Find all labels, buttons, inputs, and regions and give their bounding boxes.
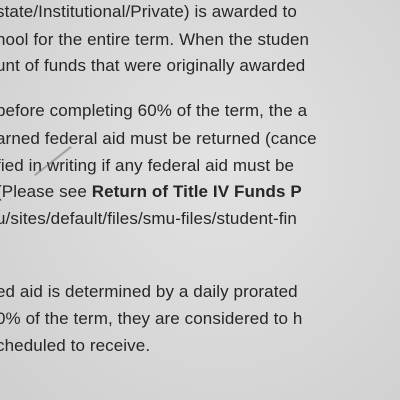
return-of-title-iv-link-text: Return of Title IV Funds P [91, 182, 302, 201]
text-line-9: ed aid is determined by a daily prorated [0, 282, 298, 301]
text-line-5: arned federal aid must be returned (canc… [0, 129, 317, 148]
text-line-7: (Please see Return of Title IV Funds P [0, 182, 302, 202]
document-page: state/Institutional/Private) is awarded … [0, 0, 400, 400]
text-line-10: 0% of the term, they are considered to h [0, 309, 303, 328]
text-line-1: state/Institutional/Private) is awarded … [0, 2, 297, 21]
text-line-7-prefix: (Please see [0, 182, 92, 201]
text-line-3: unt of funds that were originally awarde… [0, 56, 306, 75]
text-line-2: hool for the entire term. When the stude… [0, 30, 310, 49]
text-line-4: before completing 60% of the term, the a [0, 101, 308, 120]
text-line-8-url: u/sites/default/files/smu-files/student-… [0, 209, 297, 228]
text-line-11: cheduled to receive. [0, 336, 151, 355]
